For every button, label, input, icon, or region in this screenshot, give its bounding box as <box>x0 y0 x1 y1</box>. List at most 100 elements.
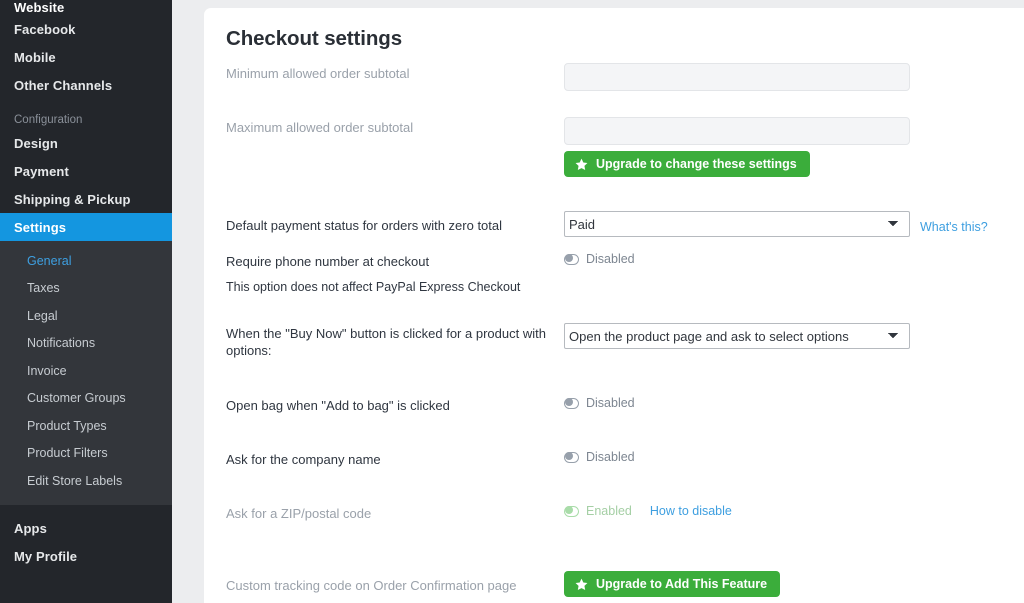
company-name-toggle[interactable]: Disabled <box>564 449 635 464</box>
sidebar-section-label: Configuration <box>14 114 83 126</box>
row-control: Paid Awaiting Payment Cancelled Refunded… <box>564 211 1024 237</box>
content-wrapper: Checkout settings Minimum allowed order … <box>204 0 1024 603</box>
sidebar-bottom-group: Apps My Profile <box>0 504 172 571</box>
sidebar-content-gutter <box>172 0 204 603</box>
toggle-on-icon[interactable] <box>564 505 579 517</box>
row-label: Open bag when "Add to bag" is clicked <box>226 398 450 413</box>
zip-code-state: Enabled <box>586 504 632 518</box>
sidebar-submenu-settings: General Taxes Legal Notifications Invoic… <box>0 241 172 505</box>
sidebar-subitem-general[interactable]: General <box>0 247 172 275</box>
settings-panel: Checkout settings Minimum allowed order … <box>204 8 1024 603</box>
require-phone-state: Disabled <box>586 252 635 266</box>
how-to-disable-link[interactable]: How to disable <box>650 503 732 518</box>
star-icon <box>574 577 589 592</box>
sidebar-item-label: Shipping & Pickup <box>14 191 131 207</box>
row-tracking-code: Custom tracking code on Order Confirmati… <box>204 557 1024 603</box>
sidebar-item-mobile[interactable]: Mobile <box>0 43 172 71</box>
row-company-name: Ask for the company name Disabled <box>204 449 1024 503</box>
row-maximum-subtotal: Maximum allowed order subtotal Upgrade t… <box>204 117 1024 197</box>
row-control <box>564 63 1024 91</box>
toggle-off-icon[interactable] <box>564 397 579 409</box>
minimum-subtotal-input[interactable] <box>564 63 910 91</box>
row-label: Ask for the company name <box>226 452 381 467</box>
row-control: Upgrade to Add This Feature <box>564 571 1024 597</box>
sidebar-item-shipping-pickup[interactable]: Shipping & Pickup <box>0 185 172 213</box>
sidebar-item-label: Settings <box>14 219 67 235</box>
sidebar-top-group: Website Facebook Mobile Other Channels C… <box>0 0 172 241</box>
sidebar-subitem-product-types[interactable]: Product Types <box>0 412 172 440</box>
sidebar-item-my-profile[interactable]: My Profile <box>0 543 172 571</box>
toggle-off-icon[interactable] <box>564 253 579 265</box>
sidebar: Website Facebook Mobile Other Channels C… <box>0 0 172 603</box>
sidebar-subitem-label: Invoice <box>27 363 67 378</box>
sidebar-subitem-invoice[interactable]: Invoice <box>0 357 172 385</box>
row-zero-total-status: Default payment status for orders with z… <box>204 197 1024 251</box>
upgrade-settings-button[interactable]: Upgrade to change these settings <box>564 151 810 177</box>
row-control: Upgrade to change these settings <box>564 117 1024 177</box>
sidebar-item-other-channels[interactable]: Other Channels <box>0 71 172 99</box>
open-bag-toggle[interactable]: Disabled <box>564 395 635 410</box>
sidebar-subitem-legal[interactable]: Legal <box>0 302 172 330</box>
star-icon <box>574 157 589 172</box>
row-minimum-subtotal: Minimum allowed order subtotal <box>204 63 1024 117</box>
row-label-group: Require phone number at checkout This op… <box>226 251 564 296</box>
require-phone-toggle[interactable]: Disabled <box>564 251 635 266</box>
sidebar-item-design[interactable]: Design <box>0 129 172 157</box>
sidebar-subitem-taxes[interactable]: Taxes <box>0 275 172 303</box>
row-control: Disabled <box>564 449 1024 464</box>
sidebar-subitem-product-filters[interactable]: Product Filters <box>0 440 172 468</box>
sidebar-subitem-notifications[interactable]: Notifications <box>0 330 172 358</box>
sidebar-subitem-label: General <box>27 253 72 268</box>
zip-code-toggle[interactable]: Enabled <box>564 503 632 518</box>
row-label: Maximum allowed order subtotal <box>226 120 414 135</box>
sidebar-subitem-label: Notifications <box>27 336 96 351</box>
row-zip-code: Ask for a ZIP/postal code Enabled How to… <box>204 503 1024 557</box>
sidebar-item-label: Mobile <box>14 49 56 65</box>
sidebar-item-facebook[interactable]: Facebook <box>0 15 172 43</box>
sidebar-item-payment[interactable]: Payment <box>0 157 172 185</box>
sidebar-subitem-label: Customer Groups <box>27 391 126 406</box>
row-label: Require phone number at checkout <box>226 254 430 269</box>
row-require-phone: Require phone number at checkout This op… <box>204 251 1024 323</box>
sidebar-item-settings[interactable]: Settings <box>0 213 172 241</box>
row-control: Enabled How to disable <box>564 503 1024 518</box>
sidebar-section-configuration: Configuration <box>0 99 172 129</box>
company-name-state: Disabled <box>586 450 635 464</box>
sidebar-subitem-label: Edit Store Labels <box>27 473 123 488</box>
row-label: Minimum allowed order subtotal <box>226 66 410 81</box>
sidebar-subitem-customer-groups[interactable]: Customer Groups <box>0 385 172 413</box>
sidebar-item-apps[interactable]: Apps <box>0 515 172 543</box>
row-control: Disabled <box>564 395 1024 410</box>
sidebar-item-label: Facebook <box>14 21 76 37</box>
row-note: This option does not affect PayPal Expre… <box>226 280 521 294</box>
row-label: When the "Buy Now" button is clicked for… <box>226 326 546 358</box>
whats-this-link[interactable]: What's this? <box>920 215 988 234</box>
sidebar-item-label: Payment <box>14 163 69 179</box>
sidebar-item-label: Other Channels <box>14 77 113 93</box>
page-title: Checkout settings <box>226 27 402 50</box>
sidebar-item-label: Design <box>14 135 58 151</box>
toggle-off-icon[interactable] <box>564 451 579 463</box>
sidebar-subitem-label: Product Filters <box>27 446 108 461</box>
buy-now-behavior-select[interactable]: Open the product page and ask to select … <box>564 323 910 349</box>
open-bag-state: Disabled <box>586 396 635 410</box>
zero-total-status-select[interactable]: Paid Awaiting Payment Cancelled Refunded <box>564 211 910 237</box>
row-label: Default payment status for orders with z… <box>226 217 503 233</box>
row-label: Custom tracking code on Order Confirmati… <box>226 577 517 593</box>
sidebar-item-label: Website <box>14 0 65 15</box>
row-label: Ask for a ZIP/postal code <box>226 506 372 521</box>
row-open-bag: Open bag when "Add to bag" is clicked Di… <box>204 395 1024 449</box>
row-buy-now: When the "Buy Now" button is clicked for… <box>204 323 1024 395</box>
sidebar-item-website[interactable]: Website <box>0 0 172 15</box>
row-control: Open the product page and ask to select … <box>564 323 1024 349</box>
app-root: Website Facebook Mobile Other Channels C… <box>0 0 1024 603</box>
sidebar-subitem-label: Taxes <box>27 281 60 296</box>
maximum-subtotal-input[interactable] <box>564 117 910 145</box>
row-control: Disabled <box>564 251 1024 266</box>
sidebar-subitem-edit-store-labels[interactable]: Edit Store Labels <box>0 467 172 495</box>
upgrade-tracking-button-label: Upgrade to Add This Feature <box>596 577 768 591</box>
sidebar-item-label: My Profile <box>14 549 78 564</box>
sidebar-subitem-label: Product Types <box>27 418 107 433</box>
upgrade-tracking-button[interactable]: Upgrade to Add This Feature <box>564 571 781 597</box>
upgrade-settings-button-label: Upgrade to change these settings <box>596 157 797 171</box>
